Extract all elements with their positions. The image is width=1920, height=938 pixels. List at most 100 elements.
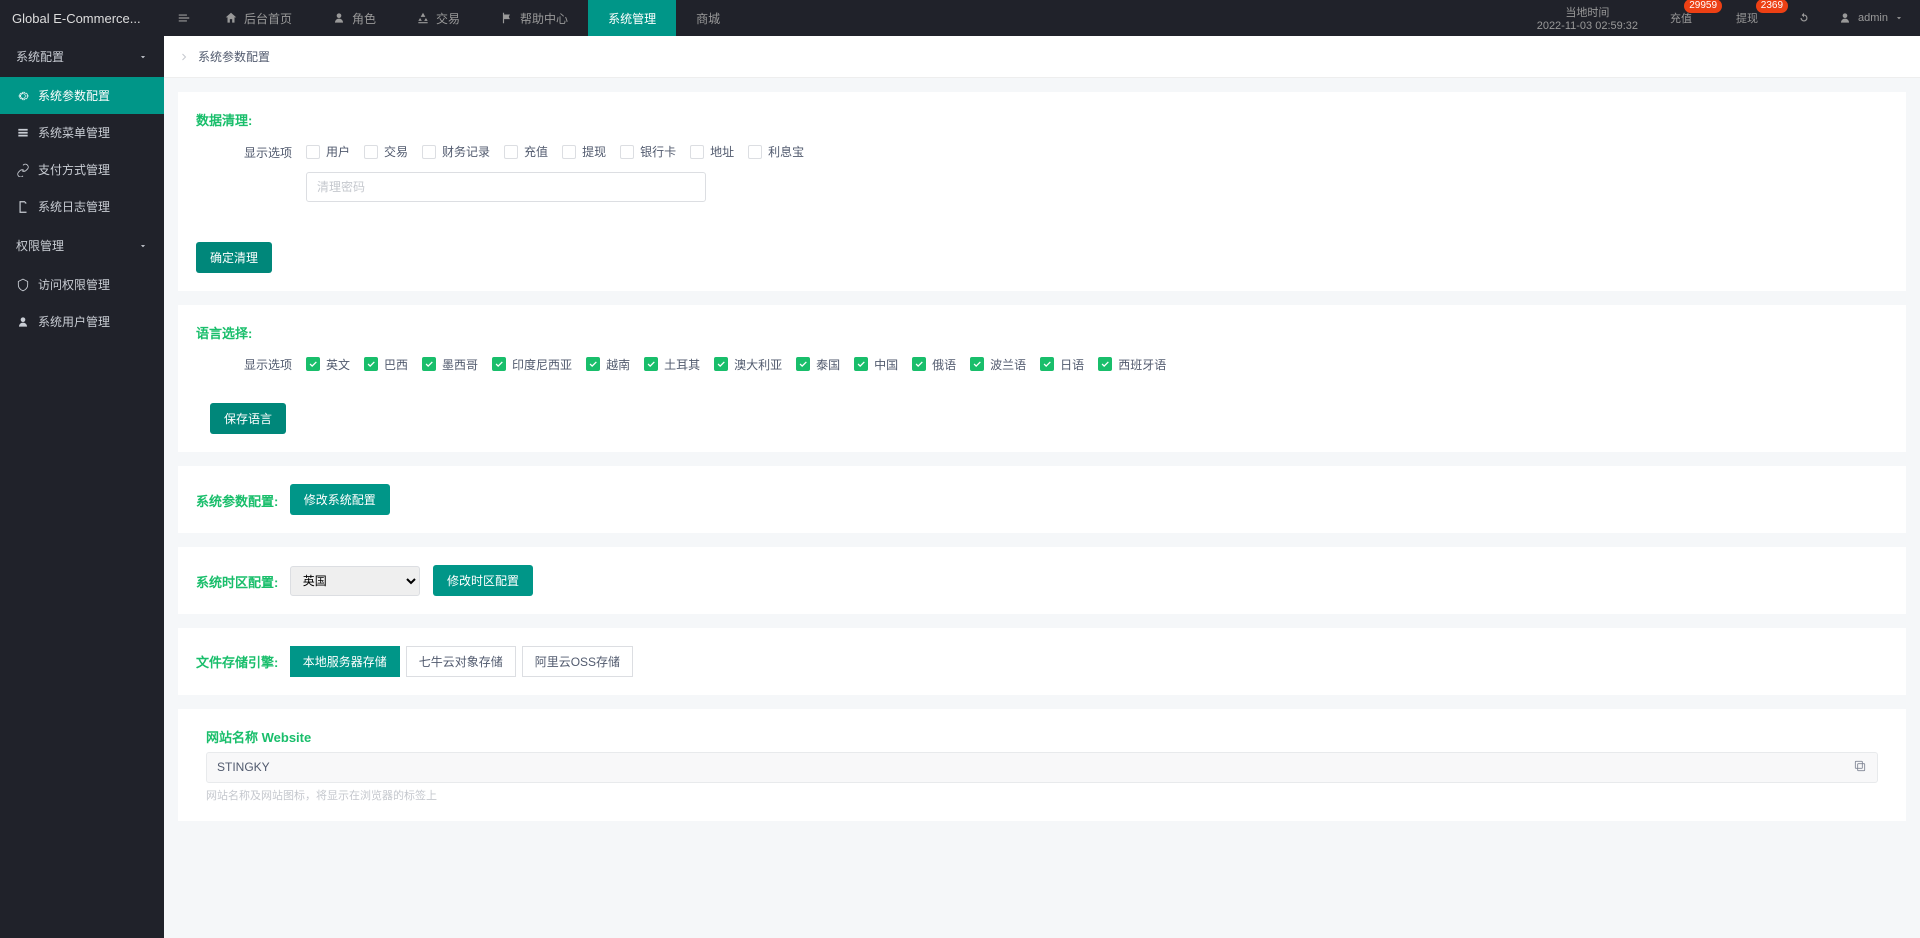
chevron-right-icon	[178, 51, 190, 63]
lang-option-6[interactable]: 澳大利亚	[714, 356, 782, 373]
link-icon	[16, 163, 30, 177]
storage-tab-2[interactable]: 阿里云OSS存储	[522, 646, 633, 677]
section2-title: 语言选择:	[196, 323, 1888, 342]
checkbox-label: 充值	[524, 143, 548, 160]
refresh-button[interactable]	[1786, 0, 1822, 36]
clean-option-1[interactable]: 交易	[364, 143, 408, 160]
clean-option-6[interactable]: 地址	[690, 143, 734, 160]
sidebar-item-menu[interactable]: 系统菜单管理	[0, 114, 164, 151]
checkbox-label: 英文	[326, 356, 350, 373]
sidebar-item-users[interactable]: 系统用户管理	[0, 303, 164, 340]
checkbox-icon	[620, 145, 634, 159]
checkbox-label: 泰国	[816, 356, 840, 373]
user-icon	[332, 11, 346, 25]
checkbox-icon	[422, 357, 436, 371]
menu-icon	[177, 11, 191, 25]
recharge-badge: 29959	[1684, 0, 1722, 13]
nav-home[interactable]: 后台首页	[204, 0, 312, 36]
storage-tab-1[interactable]: 七牛云对象存储	[406, 646, 516, 677]
file-icon	[16, 200, 30, 214]
lang-option-12[interactable]: 西班牙语	[1098, 356, 1166, 373]
withdraw-link[interactable]: 提现 2369	[1720, 0, 1786, 36]
nav-home-label: 后台首页	[244, 10, 292, 27]
storage-tab-0[interactable]: 本地服务器存储	[290, 646, 400, 677]
breadcrumb: 系统参数配置	[164, 36, 1920, 78]
sidebar-item-params[interactable]: 系统参数配置	[0, 77, 164, 114]
checkbox-label: 巴西	[384, 356, 408, 373]
lang-option-10[interactable]: 波兰语	[970, 356, 1026, 373]
nav-mall-label: 商城	[696, 10, 720, 27]
card-data-clean: 数据清理: 显示选项 用户交易财务记录充值提现银行卡地址利息宝 确定清理	[178, 92, 1906, 291]
copy-button[interactable]	[1853, 759, 1867, 776]
nav-help[interactable]: 帮助中心	[480, 0, 588, 36]
checkbox-icon	[748, 145, 762, 159]
website-helper: 网站名称及网站图标，将显示在浏览器的标签上	[206, 787, 1878, 803]
sidebar-item-label: 访问权限管理	[38, 276, 110, 293]
lang-option-5[interactable]: 土耳其	[644, 356, 700, 373]
checkbox-label: 印度尼西亚	[512, 356, 572, 373]
website-name-input[interactable]	[217, 760, 1853, 774]
checkbox-icon	[970, 357, 984, 371]
sidebar-group-perm[interactable]: 权限管理	[0, 225, 164, 266]
checkbox-label: 澳大利亚	[734, 356, 782, 373]
checkbox-label: 财务记录	[442, 143, 490, 160]
clean-password-input[interactable]	[306, 172, 706, 202]
breadcrumb-current: 系统参数配置	[198, 48, 270, 65]
sidebar-item-label: 支付方式管理	[38, 161, 110, 178]
nav-system[interactable]: 系统管理	[588, 0, 676, 36]
checkbox-icon	[796, 357, 810, 371]
section3-title: 系统参数配置:	[196, 491, 278, 510]
lang-option-0[interactable]: 英文	[306, 356, 350, 373]
modify-system-button[interactable]: 修改系统配置	[290, 484, 390, 515]
nav-mall[interactable]: 商城	[676, 0, 740, 36]
flag-icon	[500, 11, 514, 25]
card-language: 语言选择: 显示选项 英文巴西墨西哥印度尼西亚越南土耳其澳大利亚泰国中国俄语波兰…	[178, 305, 1906, 452]
checkbox-label: 土耳其	[664, 356, 700, 373]
sidebar-group-system[interactable]: 系统配置	[0, 36, 164, 77]
clean-option-2[interactable]: 财务记录	[422, 143, 490, 160]
lang-option-1[interactable]: 巴西	[364, 356, 408, 373]
refresh-icon	[1797, 11, 1811, 25]
checkbox-label: 西班牙语	[1118, 356, 1166, 373]
timezone-select[interactable]: 英国	[290, 566, 420, 596]
nav-role-label: 角色	[352, 10, 376, 27]
clean-option-3[interactable]: 充值	[504, 143, 548, 160]
checkbox-icon	[1098, 357, 1112, 371]
confirm-clean-button[interactable]: 确定清理	[196, 242, 272, 273]
sidebar-item-log[interactable]: 系统日志管理	[0, 188, 164, 225]
sidebar-toggle[interactable]	[164, 0, 204, 36]
nav-trade[interactable]: 交易	[396, 0, 480, 36]
user-menu[interactable]: admin	[1822, 0, 1920, 36]
clean-option-7[interactable]: 利息宝	[748, 143, 804, 160]
checkbox-icon	[364, 145, 378, 159]
modify-timezone-button[interactable]: 修改时区配置	[433, 565, 533, 596]
website-label: 网站名称 Website	[206, 727, 1878, 746]
checkbox-label: 中国	[874, 356, 898, 373]
checkbox-icon	[306, 357, 320, 371]
checkbox-label: 交易	[384, 143, 408, 160]
list-icon	[16, 126, 30, 140]
checkbox-icon	[644, 357, 658, 371]
scale-icon	[416, 11, 430, 25]
sidebar-item-label: 系统日志管理	[38, 198, 110, 215]
clean-option-4[interactable]: 提现	[562, 143, 606, 160]
clean-option-5[interactable]: 银行卡	[620, 143, 676, 160]
lang-option-11[interactable]: 日语	[1040, 356, 1084, 373]
lang-option-7[interactable]: 泰国	[796, 356, 840, 373]
lang-option-4[interactable]: 越南	[586, 356, 630, 373]
sidebar-item-access[interactable]: 访问权限管理	[0, 266, 164, 303]
checkbox-label: 墨西哥	[442, 356, 478, 373]
lang-option-9[interactable]: 俄语	[912, 356, 956, 373]
save-language-button[interactable]: 保存语言	[210, 403, 286, 434]
nav-role[interactable]: 角色	[312, 0, 396, 36]
nav-trade-label: 交易	[436, 10, 460, 27]
app-logo: Global E-Commerce...	[0, 0, 164, 36]
lang-option-8[interactable]: 中国	[854, 356, 898, 373]
clean-option-0[interactable]: 用户	[306, 143, 350, 160]
sidebar-group-system-label: 系统配置	[16, 48, 64, 65]
lang-option-2[interactable]: 墨西哥	[422, 356, 478, 373]
checkbox-icon	[912, 357, 926, 371]
lang-option-3[interactable]: 印度尼西亚	[492, 356, 572, 373]
recharge-link[interactable]: 充值 29959	[1654, 0, 1720, 36]
sidebar-item-payment[interactable]: 支付方式管理	[0, 151, 164, 188]
